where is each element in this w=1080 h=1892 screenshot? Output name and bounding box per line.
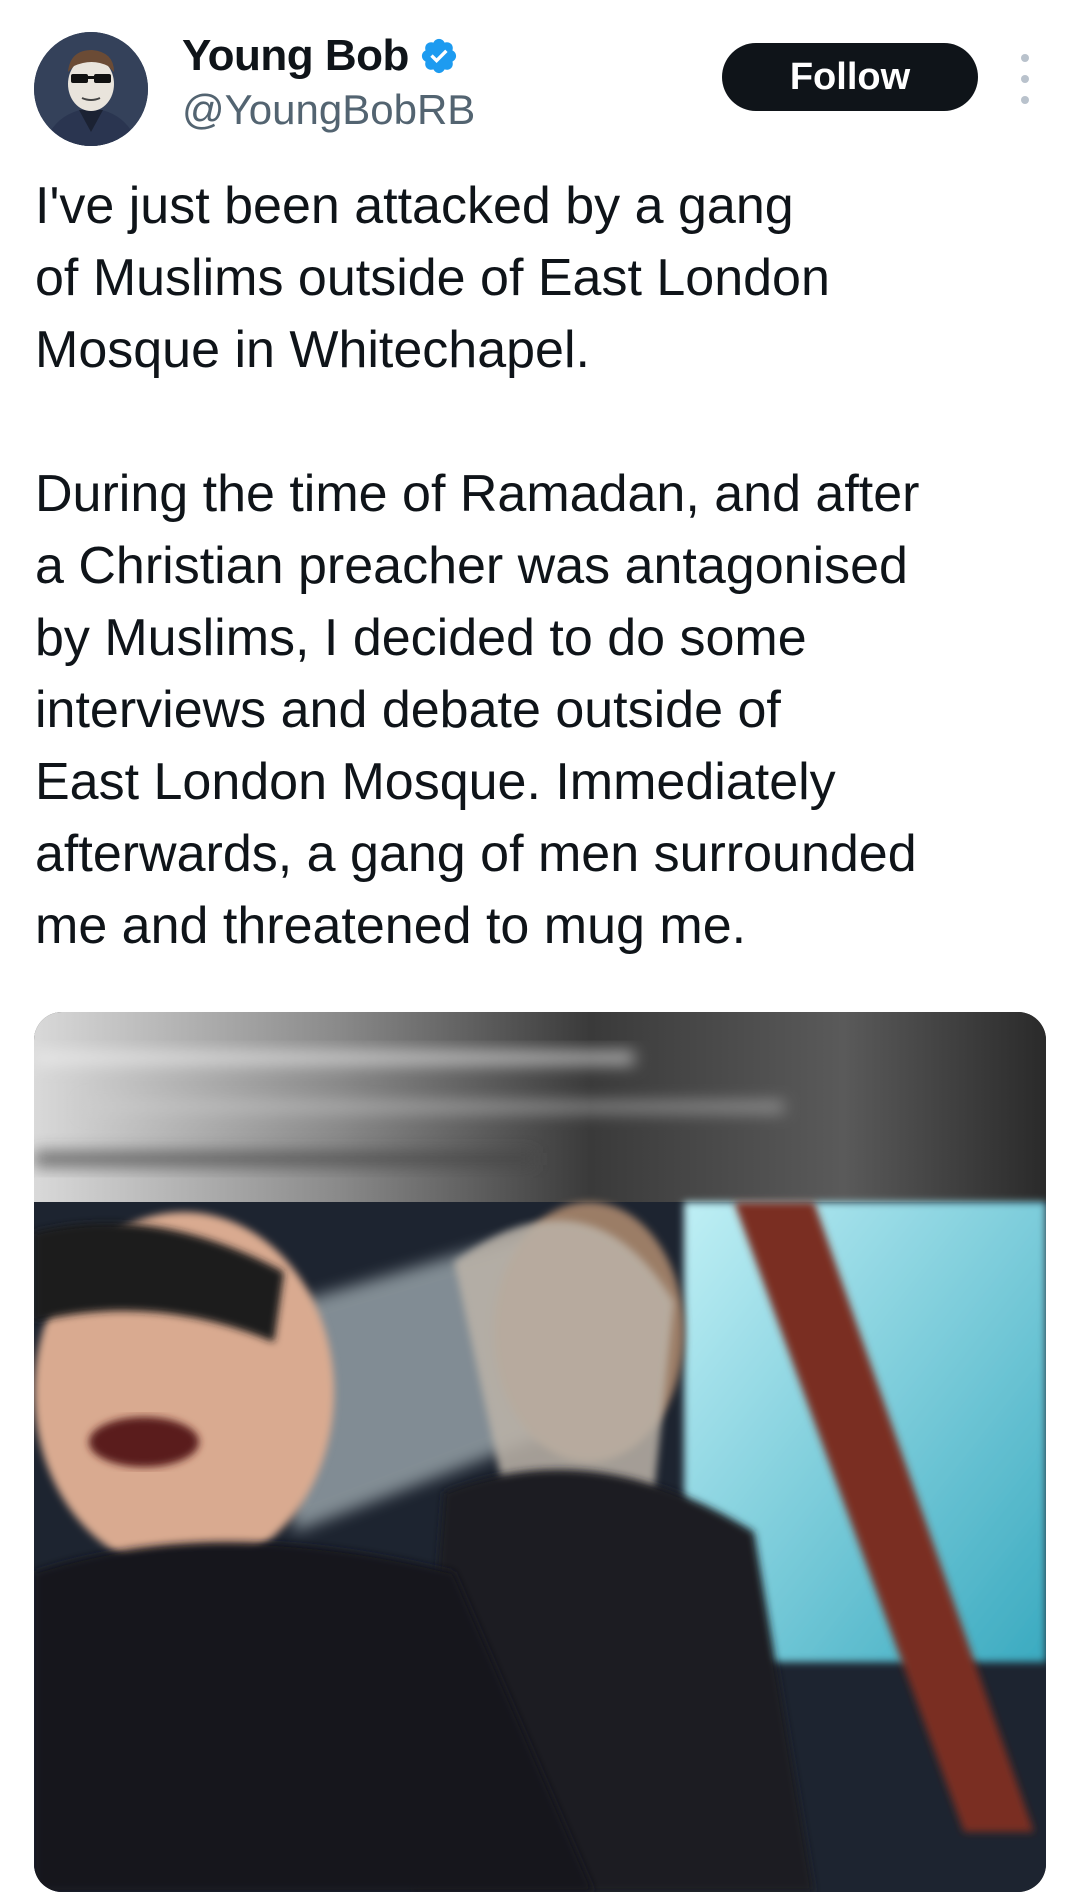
more-dot xyxy=(1021,54,1029,62)
author-avatar[interactable] xyxy=(34,32,148,146)
video-frame-image xyxy=(34,1012,1046,1892)
verified-badge-icon xyxy=(419,36,459,76)
avatar-illustration xyxy=(34,32,148,146)
tweet-text: I've just been attacked by a gang of Mus… xyxy=(35,177,920,955)
author-display-name[interactable]: Young Bob xyxy=(182,31,409,81)
tweet-media-video[interactable] xyxy=(34,1012,1046,1892)
follow-button[interactable]: Follow xyxy=(722,43,978,111)
more-dot xyxy=(1021,96,1029,104)
author-handle[interactable]: @YoungBobRB xyxy=(182,86,475,134)
more-vertical-icon[interactable] xyxy=(1010,54,1040,104)
more-dot xyxy=(1021,75,1029,83)
author-name-row[interactable]: Young Bob xyxy=(182,30,459,82)
tweet-header: Young Bob @YoungBobRB Follow xyxy=(0,0,1080,150)
